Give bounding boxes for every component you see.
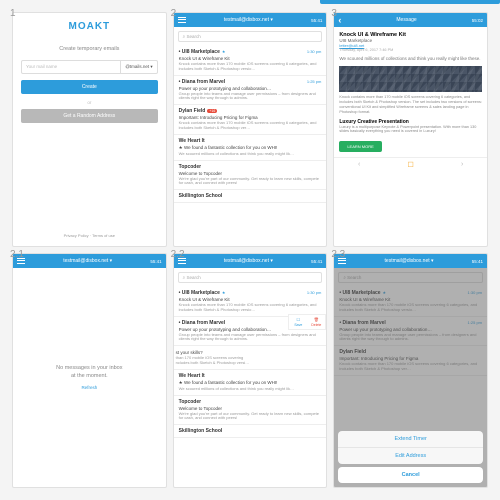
timer: 55:41 <box>150 259 161 264</box>
timer: 55:41 <box>472 259 483 264</box>
star-icon: ★ <box>222 49 226 54</box>
save-action[interactable]: ☐Save <box>289 315 307 329</box>
random-address-button[interactable]: Get a Random Address <box>21 109 158 123</box>
app-logo: MOAKT <box>68 21 110 32</box>
inbox-item[interactable]: • UI8 Marketplace★1:30 pmKnock UI & Wire… <box>174 46 327 76</box>
screen-action-sheet: testmail@disbox.net ▾ 55:41 ⌕ Search • U… <box>333 253 488 488</box>
domain-select[interactable]: @tmails.net ▾ <box>120 61 156 73</box>
tagline: Create temporary emails <box>59 46 119 52</box>
privacy-link[interactable]: Privacy Policy <box>64 233 89 238</box>
extend-timer-option[interactable]: Extend Timer <box>338 431 483 448</box>
bottom-toolbar: ‹ ☐ › <box>334 157 487 172</box>
footer-links: Privacy Policy · Terms of use <box>64 233 115 238</box>
star-icon: ★ <box>222 290 226 295</box>
header-email[interactable]: testmail@disbox.net ▾ <box>385 258 434 264</box>
screen-empty-inbox: testmail@disbox.net ▾ 55:41 No messages … <box>12 253 167 488</box>
inbox-item-swiped[interactable]: st your skills?than 170 mobile iOS scree… <box>174 346 327 370</box>
inbox-item[interactable]: TopcoderWelcome to TopcoderWe're glad yo… <box>174 396 327 426</box>
save-icon: ☐ <box>297 317 301 322</box>
inbox-item[interactable]: We Heart It★ We found a fantastic collec… <box>174 135 327 161</box>
header-email[interactable]: testmail@disbox.net ▾ <box>224 258 273 264</box>
panel-number: 2.3 <box>331 249 345 260</box>
back-icon[interactable]: ‹ <box>338 15 341 25</box>
delete-action[interactable]: 🗑Delete <box>307 315 325 329</box>
inbox-item[interactable]: We Heart It★ We found a fantastic collec… <box>174 370 327 396</box>
header-bar: ‹ Message 55:02 <box>334 13 487 27</box>
menu-icon[interactable] <box>178 16 186 24</box>
decorative-top-bar <box>320 0 500 4</box>
panel-number: 2.1 <box>10 249 24 260</box>
next-icon[interactable]: › <box>461 161 463 169</box>
header-email[interactable]: testmail@disbox.net ▾ <box>63 258 112 264</box>
screen-inbox: testmail@disbox.net ▾ 55:41 ⌕ Search • U… <box>173 12 328 247</box>
edit-address-option[interactable]: Edit Address <box>338 448 483 464</box>
empty-line2: at the moment. <box>71 373 108 379</box>
prev-icon[interactable]: ‹ <box>358 161 360 169</box>
or-divider: or <box>87 100 91 105</box>
inbox-item[interactable]: TopcoderWelcome to TopcoderWe're glad yo… <box>174 161 327 191</box>
inbox-item[interactable]: Skillington School <box>174 425 327 438</box>
mail-name-input[interactable]: Your mail name <box>22 61 120 73</box>
inbox-item[interactable]: • UI8 Marketplace★1:30 pmKnock UI & Wire… <box>174 287 327 317</box>
search-input[interactable]: ⌕ Search <box>178 31 323 42</box>
search-input[interactable]: ⌕ Search <box>178 272 323 283</box>
screen-welcome: MOAKT Create temporary emails Your mail … <box>12 12 167 247</box>
header-bar: testmail@disbox.net ▾ 55:41 <box>174 254 327 268</box>
header-bar: testmail@disbox.net ▾ 55:41 <box>174 13 327 27</box>
inbox-item[interactable]: Skillington School <box>174 190 327 203</box>
terms-link[interactable]: Terms of use <box>92 233 115 238</box>
timer: 55:41 <box>311 18 322 23</box>
message-p2: Luxury is a multipurpose Keynote & Power… <box>339 125 482 135</box>
count-badge: +16 <box>207 109 217 113</box>
trash-icon: 🗑 <box>314 317 319 322</box>
message-date: Thursday, April 6, 2017 7:46 PM <box>339 48 482 52</box>
header-bar: testmail@disbox.net ▾ 55:41 <box>13 254 166 268</box>
timer: 55:02 <box>472 18 483 23</box>
inbox-item[interactable]: • Diana from Marvel1:25 pmPower up your … <box>174 76 327 106</box>
message-lead: We scoured millions of collections and t… <box>339 56 482 62</box>
panel-number: 2 <box>171 8 177 19</box>
action-sheet: Extend Timer Edit Address Cancel <box>334 427 487 487</box>
screen-inbox-swipe: testmail@disbox.net ▾ 55:41 ⌕ Search • U… <box>173 253 328 488</box>
email-input-row[interactable]: Your mail name @tmails.net ▾ <box>21 60 158 74</box>
header-bar: testmail@disbox.net ▾ 55:41 <box>334 254 487 268</box>
timer: 55:41 <box>311 259 322 264</box>
empty-line1: No messages in your inbox <box>56 365 122 371</box>
bookmark-icon[interactable]: ☐ <box>408 161 414 169</box>
inbox-item[interactable]: Dylan Field+16Important: Introducing Pri… <box>174 105 327 135</box>
create-button[interactable]: Create <box>21 80 158 94</box>
refresh-link[interactable]: Refresh <box>81 385 97 390</box>
header-title: Message <box>396 17 416 23</box>
message-caption: Knock contains more than 170 mobile iOS … <box>339 95 482 115</box>
learn-more-button[interactable]: LEARN MORE <box>339 141 381 152</box>
swipe-actions: ☐Save 🗑Delete <box>288 314 326 330</box>
screen-message-detail: ‹ Message 55:02 Knock UI & Wireframe Kit… <box>333 12 488 247</box>
inbox-list: • UI8 Marketplace★1:30 pmKnock UI & Wire… <box>174 46 327 246</box>
cancel-option[interactable]: Cancel <box>338 467 483 483</box>
panel-number: 3 <box>331 8 337 19</box>
message-hero-image <box>339 66 482 92</box>
panel-number: 2.2 <box>171 249 185 260</box>
header-email[interactable]: testmail@disbox.net ▾ <box>224 17 273 23</box>
